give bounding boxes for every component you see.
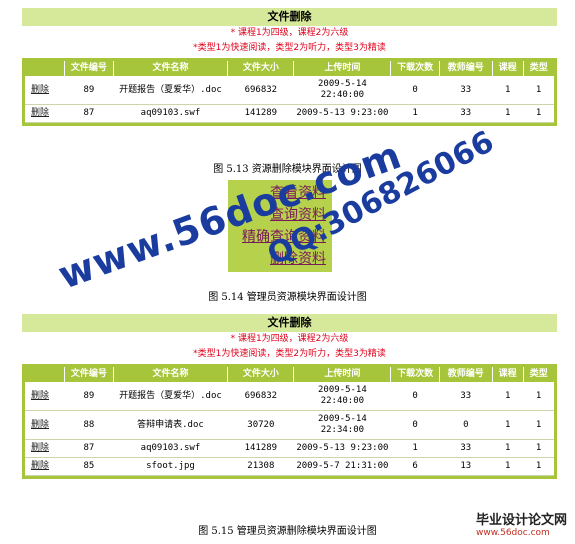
logo-url: www.56doc.com <box>475 528 550 538</box>
header-file-size: 文件大小 <box>227 367 295 382</box>
cell-course: 1 <box>492 382 524 411</box>
course-notice: * 课程1为四级，课程2为六级 <box>22 26 557 41</box>
cell-file-size: 141289 <box>227 439 294 458</box>
cell-course: 1 <box>492 410 524 440</box>
cell-file-size: 30720 <box>227 410 294 440</box>
table-row: 删除 87 aq09103.swf 141289 2009-5-13 9:23:… <box>25 439 554 458</box>
header-action <box>25 367 66 382</box>
cell-upload-time: 2009-5-13 9:23:00 <box>293 104 391 123</box>
cell-downloads: 1 <box>390 104 440 123</box>
header-downloads: 下载次数 <box>390 367 440 382</box>
cell-type: 1 <box>523 382 554 411</box>
header-teacher-id: 教师编号 <box>439 61 493 76</box>
cell-upload-time: 2009-5-13 9:23:00 <box>293 439 391 458</box>
table-header-row: 文件编号 文件名称 文件大小 上传时间 下载次数 教师编号 课程 类型 <box>25 367 554 382</box>
header-file-id: 文件编号 <box>64 61 114 76</box>
header-course: 课程 <box>492 61 524 76</box>
cell-upload-time: 2009-5-14 22:40:00 <box>293 382 391 411</box>
cell-type: 1 <box>523 410 554 440</box>
type-notice: *类型1为快速阅读，类型2为听力，类型3为精读 <box>22 347 557 362</box>
course-notice: * 课程1为四级，课程2为六级 <box>22 332 557 347</box>
file-table: 文件编号 文件名称 文件大小 上传时间 下载次数 教师编号 课程 类型 删除 8… <box>25 61 554 123</box>
cell-file-name: 答辩申请表.doc <box>113 410 228 440</box>
site-logo: 毕业设计论文网 www.56doc.com <box>476 509 567 538</box>
cell-course: 1 <box>492 104 524 123</box>
cell-file-size: 141289 <box>227 104 294 123</box>
header-upload-time: 上传时间 <box>293 61 392 76</box>
cell-upload-time: 2009-5-14 22:34:00 <box>293 410 391 440</box>
file-table-frame: 文件编号 文件名称 文件大小 上传时间 下载次数 教师编号 课程 类型 删除 8… <box>22 58 557 126</box>
cell-upload-time: 2009-5-14 22:40:00 <box>293 76 391 105</box>
cell-course: 1 <box>492 439 524 458</box>
delete-link[interactable]: 删除 <box>31 391 49 401</box>
table-row: 删除 88 答辩申请表.doc 30720 2009-5-14 22:34:00… <box>25 410 554 440</box>
table-header-row: 文件编号 文件名称 文件大小 上传时间 下载次数 教师编号 课程 类型 <box>25 61 554 76</box>
cell-teacher-id: 33 <box>439 382 493 411</box>
cell-file-id: 85 <box>64 457 114 476</box>
logo-title: 毕业设计论文网 <box>475 513 567 528</box>
header-type: 类型 <box>529 369 548 379</box>
file-delete-panel-1: 文件删除 * 课程1为四级，课程2为六级 *类型1为快速阅读，类型2为听力，类型… <box>22 8 557 126</box>
cell-file-name: 开题报告（夏爱华）.doc <box>113 76 228 105</box>
cell-teacher-id: 33 <box>439 76 493 105</box>
cell-course: 1 <box>492 457 524 476</box>
cell-file-name: 开题报告（夏爱华）.doc <box>113 382 228 411</box>
table-row: 删除 89 开题报告（夏爱华）.doc 696832 2009-5-14 22:… <box>25 76 554 105</box>
table-row: 删除 87 aq09103.swf 141289 2009-5-13 9:23:… <box>25 104 554 123</box>
header-course: 课程 <box>492 367 524 382</box>
table-row: 删除 85 sfoot.jpg 21308 2009-5-7 21:31:00 … <box>25 457 554 476</box>
file-table: 文件编号 文件名称 文件大小 上传时间 下载次数 教师编号 课程 类型 删除 8… <box>25 367 554 476</box>
header-downloads: 下载次数 <box>390 61 440 76</box>
header-file-size: 文件大小 <box>227 61 295 76</box>
header-type: 类型 <box>529 63 548 73</box>
header-file-id: 文件编号 <box>64 367 114 382</box>
header-action <box>25 61 66 76</box>
cell-teacher-id: 13 <box>439 457 493 476</box>
cell-teacher-id: 33 <box>439 104 493 123</box>
header-teacher-id: 教师编号 <box>439 367 493 382</box>
cell-teacher-id: 33 <box>439 439 493 458</box>
cell-teacher-id: 0 <box>439 410 493 440</box>
table-row: 删除 89 开题报告（夏爱华）.doc 696832 2009-5-14 22:… <box>25 382 554 411</box>
cell-course: 1 <box>492 76 524 105</box>
cell-file-id: 87 <box>64 439 114 458</box>
header-file-name: 文件名称 <box>113 367 229 382</box>
cell-downloads: 0 <box>390 382 440 411</box>
delete-link[interactable]: 删除 <box>31 85 49 95</box>
cell-file-name: aq09103.swf <box>113 104 228 123</box>
delete-link[interactable]: 删除 <box>31 108 49 118</box>
header-file-name: 文件名称 <box>113 61 229 76</box>
cell-file-id: 87 <box>64 104 114 123</box>
cell-file-id: 88 <box>64 410 114 440</box>
file-delete-panel-2: 文件删除 * 课程1为四级，课程2为六级 *类型1为快速阅读，类型2为听力，类型… <box>22 314 557 479</box>
cell-file-size: 696832 <box>227 76 294 105</box>
cell-file-id: 89 <box>64 76 114 105</box>
cell-file-size: 696832 <box>227 382 294 411</box>
cell-upload-time: 2009-5-7 21:31:00 <box>293 457 391 476</box>
delete-link[interactable]: 删除 <box>31 461 49 471</box>
cell-file-name: aq09103.swf <box>113 439 228 458</box>
cell-type: 1 <box>523 457 554 476</box>
cell-downloads: 1 <box>390 439 440 458</box>
cell-type: 1 <box>523 439 554 458</box>
delete-link[interactable]: 删除 <box>31 443 49 453</box>
file-table-frame: 文件编号 文件名称 文件大小 上传时间 下载次数 教师编号 课程 类型 删除 8… <box>22 364 557 479</box>
cell-file-id: 89 <box>64 382 114 411</box>
cell-type: 1 <box>523 76 554 105</box>
delete-link[interactable]: 删除 <box>31 420 49 430</box>
cell-file-name: sfoot.jpg <box>113 457 228 476</box>
cell-downloads: 6 <box>390 457 440 476</box>
cell-type: 1 <box>523 104 554 123</box>
type-notice: *类型1为快速阅读，类型2为听力，类型3为精读 <box>22 41 557 56</box>
header-upload-time: 上传时间 <box>293 367 392 382</box>
cell-file-size: 21308 <box>227 457 294 476</box>
panel-title: 文件删除 <box>22 8 557 26</box>
cell-downloads: 0 <box>390 76 440 105</box>
panel-title: 文件删除 <box>22 314 557 332</box>
cell-downloads: 0 <box>390 410 440 440</box>
